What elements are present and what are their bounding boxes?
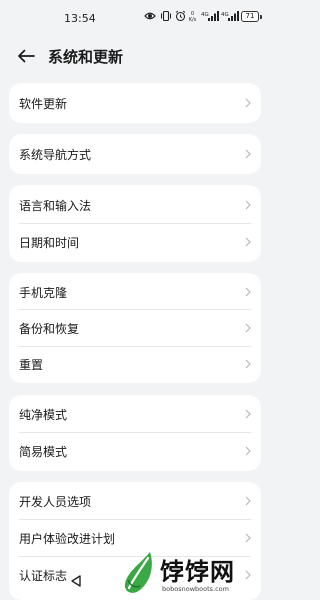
setting-label: 简易模式	[19, 444, 68, 459]
setting-label: 开发人员选项	[19, 494, 92, 509]
status-time: 13:54	[64, 12, 96, 25]
chevron-right-icon	[245, 496, 251, 506]
setting-label: 用户体验改进计划	[19, 531, 116, 546]
watermark-logo: 饽饽网 bobosnowboots.com	[120, 548, 270, 600]
setting-label: 重置	[19, 357, 44, 372]
setting-label: 手机克隆	[19, 285, 68, 300]
alarm-icon	[175, 10, 186, 22]
back-button[interactable]	[14, 44, 38, 68]
eye-icon	[144, 12, 156, 20]
setting-label: 纯净模式	[19, 407, 68, 422]
setting-pure-mode[interactable]: 纯净模式	[9, 395, 261, 433]
settings-group: 系统导航方式	[9, 134, 261, 174]
watermark-text: 饽饽网	[160, 558, 235, 586]
setting-reset[interactable]: 重置	[9, 345, 261, 383]
setting-label: 日期和时间	[19, 235, 80, 250]
vibrate-icon	[161, 10, 171, 22]
setting-software-update[interactable]: 软件更新	[9, 84, 261, 122]
leaf-logo-icon	[124, 552, 152, 593]
chevron-right-icon	[245, 359, 251, 369]
chevron-right-icon	[245, 237, 251, 247]
chevron-right-icon	[245, 409, 251, 419]
setting-date-time[interactable]: 日期和时间	[9, 223, 261, 261]
watermark-url: bobosnowboots.com	[162, 585, 229, 593]
status-bar: 13:54 0 K/s 4G 4G 71	[0, 0, 270, 38]
status-icons: 0 K/s 4G 4G 71	[144, 10, 266, 26]
arrow-left-icon	[18, 49, 35, 63]
chevron-right-icon	[245, 533, 251, 543]
triangle-back-icon[interactable]	[70, 575, 82, 587]
page-header: 系统和更新	[0, 38, 270, 74]
page-title: 系统和更新	[48, 48, 124, 66]
signal-label: 4G	[221, 12, 229, 18]
setting-backup-restore[interactable]: 备份和恢复	[9, 309, 261, 347]
signal-4g-icon: 4G	[201, 11, 219, 21]
setting-label: 语言和输入法	[19, 198, 92, 213]
settings-group: 纯净模式 简易模式	[9, 395, 261, 471]
chevron-right-icon	[245, 200, 251, 210]
setting-phone-clone[interactable]: 手机克隆	[9, 273, 261, 311]
setting-navigation-mode[interactable]: 系统导航方式	[9, 135, 261, 173]
setting-label: 系统导航方式	[19, 147, 92, 162]
signal-4g-icon: 4G	[221, 11, 239, 21]
signal-label: 4G	[201, 12, 209, 18]
battery-level: 71	[245, 12, 255, 20]
chevron-right-icon	[245, 149, 251, 159]
net-speed: 0 K/s	[188, 11, 197, 23]
battery-icon: 71	[241, 11, 262, 22]
setting-developer-options[interactable]: 开发人员选项	[9, 482, 261, 520]
net-speed-unit: K/s	[188, 17, 197, 23]
settings-group: 语言和输入法 日期和时间	[9, 185, 261, 262]
setting-label: 备份和恢复	[19, 321, 80, 336]
setting-label: 软件更新	[19, 96, 68, 111]
chevron-right-icon	[245, 287, 251, 297]
setting-language-input[interactable]: 语言和输入法	[9, 186, 261, 224]
chevron-right-icon	[245, 98, 251, 108]
settings-group: 手机克隆 备份和恢复 重置	[9, 273, 261, 383]
settings-group: 软件更新	[9, 83, 261, 123]
chevron-right-icon	[245, 446, 251, 456]
chevron-right-icon	[245, 323, 251, 333]
setting-simple-mode[interactable]: 简易模式	[9, 432, 261, 470]
